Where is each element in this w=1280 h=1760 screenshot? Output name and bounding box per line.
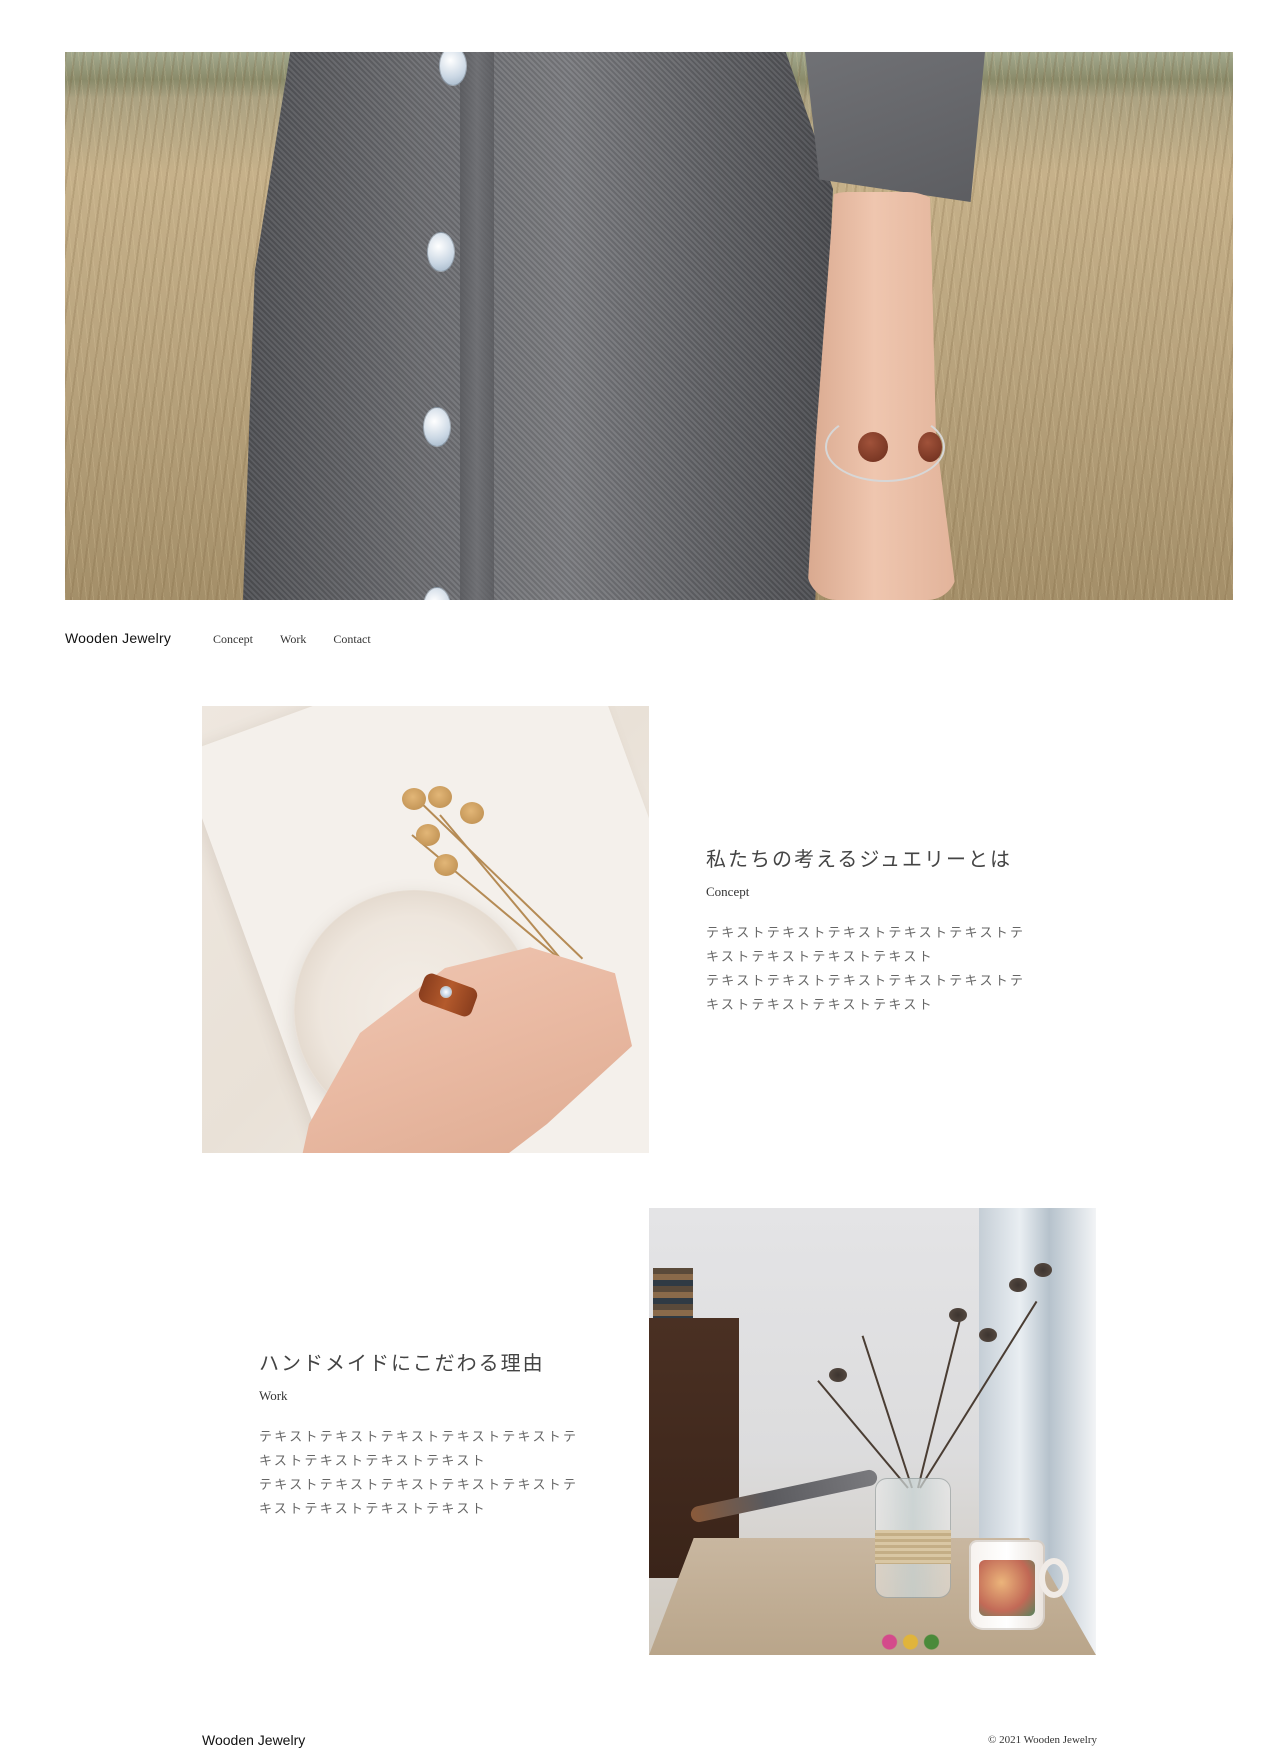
hero-image [65, 52, 1233, 600]
nav-link-contact[interactable]: Contact [333, 632, 370, 647]
work-text-block: ハンドメイドにこだわる理由 Work テキストテキストテキストテキストテキストテ… [259, 1347, 589, 1522]
hero-bangle-bead [858, 432, 888, 462]
concept-image-flower [416, 824, 440, 846]
work-image [649, 1208, 1096, 1655]
hero-sleeve [805, 52, 985, 202]
concept-subtitle: Concept [706, 884, 750, 899]
hero-dress-placket [460, 52, 494, 600]
work-image-seedhead [829, 1368, 847, 1382]
work-paragraph: テキストテキストテキストテキストテキストテキストテキストテキストテキスト [259, 1478, 579, 1517]
concept-image-flower [460, 802, 484, 824]
concept-paragraph: テキストテキストテキストテキストテキストテキストテキストテキストテキスト [706, 926, 1026, 965]
work-image-twig [917, 1313, 963, 1489]
nav-link-concept[interactable]: Concept [213, 632, 253, 647]
work-title: ハンドメイドにこだわる理由 [259, 1351, 545, 1375]
work-image-mug-art [979, 1560, 1035, 1616]
concept-body: テキストテキストテキストテキストテキストテキストテキストテキストテキスト テキス… [706, 922, 1036, 1018]
work-image-seedhead [1009, 1278, 1027, 1292]
work-image-seedhead [1034, 1263, 1052, 1277]
concept-image [202, 706, 649, 1153]
concept-paragraph: テキストテキストテキストテキストテキストテキストテキストテキストテキスト [706, 974, 1026, 1013]
nav-link-work[interactable]: Work [280, 632, 306, 647]
hero-dress-button [427, 232, 455, 272]
work-body: テキストテキストテキストテキストテキストテキストテキストテキストテキスト テキス… [259, 1426, 589, 1522]
hero-dress [243, 52, 833, 600]
work-image-twine [875, 1530, 951, 1564]
footer-copyright: © 2021 Wooden Jewelry [987, 1734, 1097, 1746]
footer-brand[interactable]: Wooden Jewelry [202, 1732, 305, 1748]
work-image-ornaments [879, 1628, 949, 1655]
concept-image-flower [434, 854, 458, 876]
brand-logo[interactable]: Wooden Jewelry [65, 630, 171, 646]
hero-dress-button [423, 407, 451, 447]
concept-image-flower [428, 786, 452, 808]
work-paragraph: テキストテキストテキストテキストテキストテキストテキストテキストテキスト [259, 1430, 579, 1469]
work-image-books [653, 1268, 693, 1318]
work-image-seedhead [949, 1308, 967, 1322]
concept-image-flower [402, 788, 426, 810]
hero-bangle-bead [918, 432, 942, 462]
work-subtitle: Work [259, 1388, 288, 1403]
concept-image-gem [440, 986, 452, 998]
work-image-mug-handle [1039, 1558, 1069, 1598]
work-image-seedhead [979, 1328, 997, 1342]
concept-text-block: 私たちの考えるジュエリーとは Concept テキストテキストテキストテキストテ… [706, 843, 1036, 1018]
concept-title: 私たちの考えるジュエリーとは [706, 847, 1012, 871]
main-nav: Concept Work Contact [213, 632, 398, 647]
